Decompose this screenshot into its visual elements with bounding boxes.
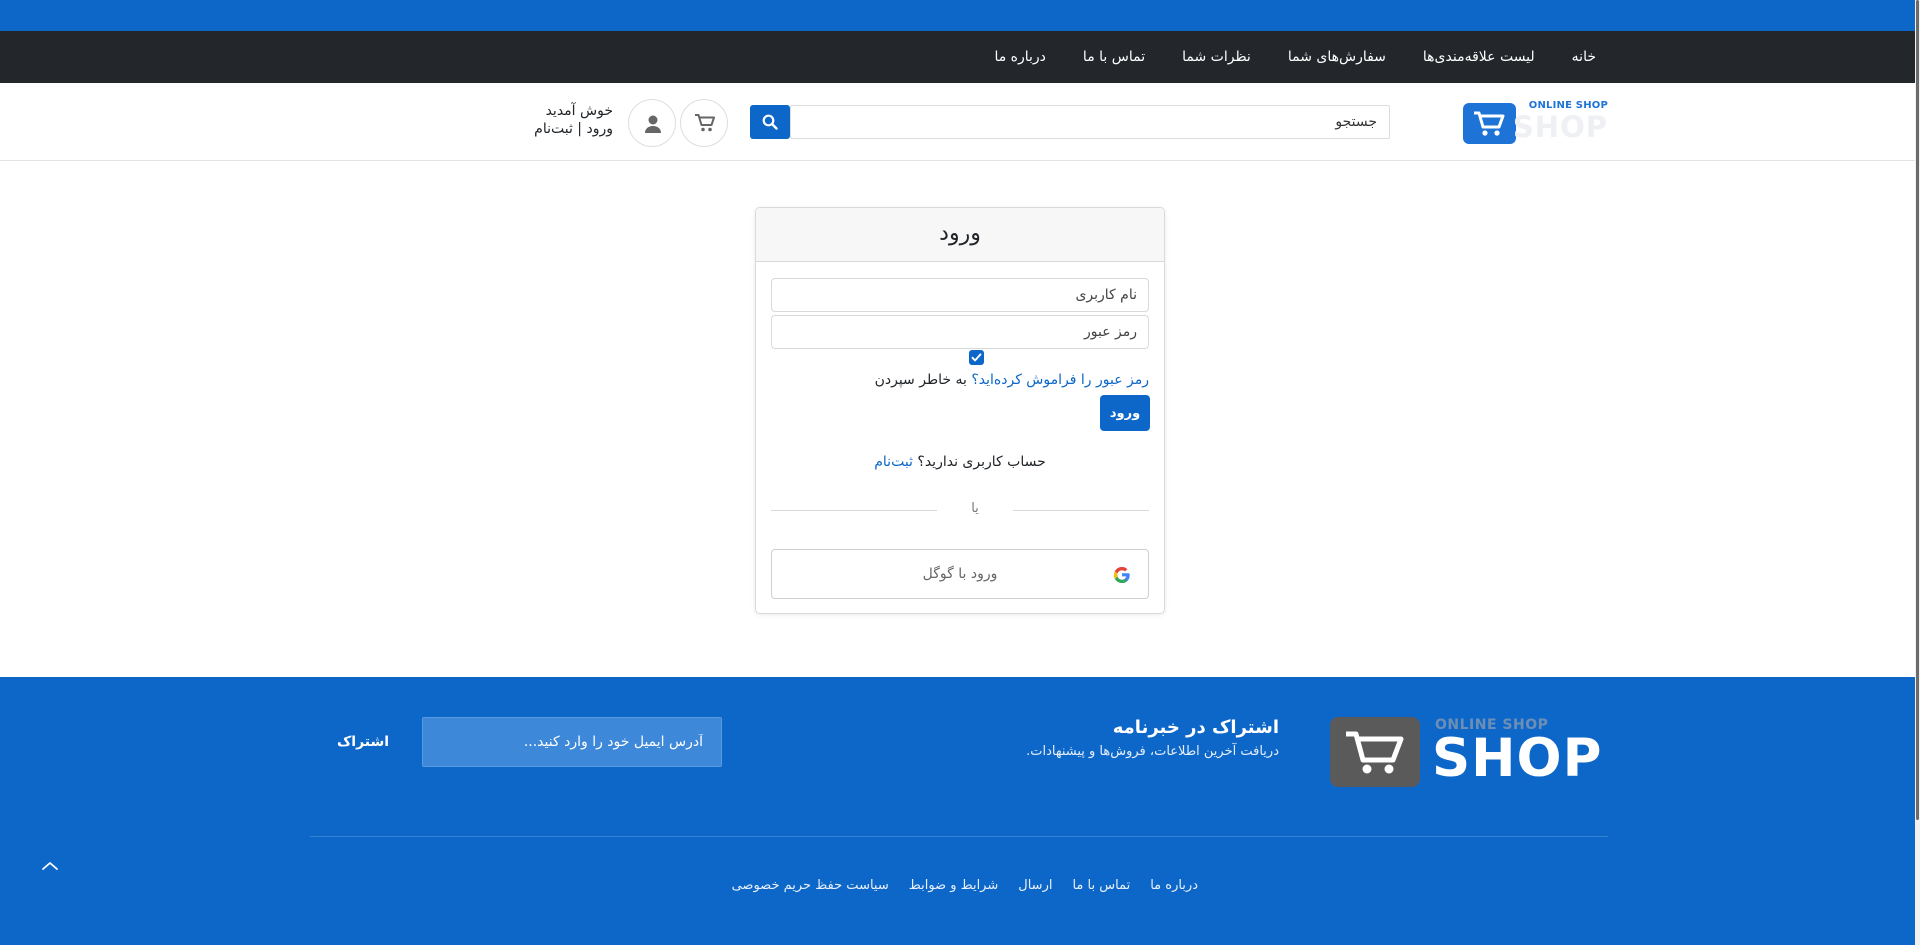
site-header: ONLINE SHOP SHOP جستجو خوش آمدید ورود | … <box>0 83 1915 161</box>
check-icon <box>971 353 982 362</box>
divider-line-right <box>1013 510 1149 511</box>
login-card-title: ورود <box>756 208 1164 262</box>
footer-link-contact[interactable]: تماس با ما <box>1072 878 1130 893</box>
divider-line-left <box>771 510 937 511</box>
remember-me-checkbox[interactable] <box>969 350 984 365</box>
scrollbar-thumb[interactable] <box>1916 0 1919 820</box>
welcome-text: خوش آمدید <box>545 103 613 119</box>
cart-icon <box>1346 731 1404 774</box>
login-register-link[interactable]: ورود | ثبت‌نام <box>534 120 613 138</box>
signup-row: حساب کاربری ندارید؟ ثبت‌نام <box>756 454 1164 470</box>
nav-list: خانه لیست علاقه‌مندی‌ها سفارش‌های شما نظ… <box>994 31 1596 83</box>
signup-link[interactable]: ثبت‌نام <box>874 454 913 470</box>
nav-item-contact[interactable]: تماس با ما <box>1083 49 1145 65</box>
newsletter-subtitle: دریافت آخرین اطلاعات، فروش‌ها و پیشنهادا… <box>1026 744 1279 759</box>
footer-divider <box>310 836 1608 837</box>
top-accent-strip <box>0 0 1915 31</box>
divider-or-text: یا <box>971 501 979 516</box>
logo-big-text: SHOP <box>1512 110 1608 144</box>
google-icon <box>1114 567 1130 583</box>
remember-row: رمز عبور را فراموش کرده‌اید؟ به خاطر سپر… <box>875 372 1149 388</box>
newsletter-email-input[interactable] <box>422 717 722 767</box>
nav-item-reviews[interactable]: نظرات شما <box>1182 49 1251 65</box>
footer-link-privacy[interactable]: سیاست حفظ حریم خصوصی <box>732 878 889 893</box>
chevron-up-icon <box>42 862 58 870</box>
login-card: ورود رمز عبور را فراموش کرده‌اید؟ به خاط… <box>755 207 1165 614</box>
newsletter-title: اشتراک در خبرنامه <box>1112 717 1279 738</box>
footer-link-shipping[interactable]: ارسال <box>1018 878 1052 893</box>
password-field[interactable] <box>771 315 1149 349</box>
newsletter-subscribe-button[interactable]: اشتراک <box>333 717 393 767</box>
footer-logo-cart-box <box>1330 717 1420 787</box>
nav-item-wishlist[interactable]: لیست علاقه‌مندی‌ها <box>1423 49 1535 65</box>
site-footer: ONLINE SHOP SHOP اشتراک در خبرنامه دریاف… <box>0 677 1915 945</box>
search-icon <box>762 114 778 130</box>
page-root: خانه لیست علاقه‌مندی‌ها سفارش‌های شما نظ… <box>0 0 1920 945</box>
cart-icon <box>1474 111 1505 136</box>
footer-link-terms[interactable]: شرایط و ضوابط <box>909 878 999 893</box>
nav-item-orders[interactable]: سفارش‌های شما <box>1288 49 1386 65</box>
footer-link-about[interactable]: درباره ما <box>1150 878 1198 893</box>
remember-label: به خاطر سپردن <box>874 372 967 388</box>
footer-logo-big-text: SHOP <box>1432 728 1603 789</box>
footer-logo[interactable]: ONLINE SHOP SHOP <box>1330 717 1601 789</box>
google-login-button[interactable]: ورود با گوگل <box>771 549 1149 599</box>
site-logo[interactable]: ONLINE SHOP SHOP <box>1463 100 1608 146</box>
user-icon <box>645 115 661 133</box>
footer-links: درباره ما تماس با ما ارسال شرایط و ضوابط… <box>732 878 1198 893</box>
no-account-text: حساب کاربری ندارید؟ <box>917 454 1046 470</box>
search-bar <box>750 105 1390 139</box>
google-login-label: ورود با گوگل <box>922 566 998 582</box>
nav-item-home[interactable]: خانه <box>1572 49 1596 65</box>
nav-item-about[interactable]: درباره ما <box>994 49 1045 65</box>
logo-cart-box <box>1463 103 1516 144</box>
search-input[interactable] <box>790 105 1390 139</box>
cart-icon <box>695 114 715 132</box>
main-navbar: خانه لیست علاقه‌مندی‌ها سفارش‌های شما نظ… <box>0 31 1915 83</box>
forgot-password-link[interactable]: رمز عبور را فراموش کرده‌اید؟ <box>971 372 1149 388</box>
back-to-top-button[interactable] <box>38 854 62 878</box>
search-button[interactable] <box>750 105 790 139</box>
username-field[interactable] <box>771 278 1149 312</box>
user-button[interactable] <box>628 99 676 147</box>
welcome-box: خوش آمدید ورود | ثبت‌نام <box>534 102 613 138</box>
login-submit-button[interactable]: ورود <box>1100 395 1150 431</box>
cart-button[interactable] <box>680 99 728 147</box>
